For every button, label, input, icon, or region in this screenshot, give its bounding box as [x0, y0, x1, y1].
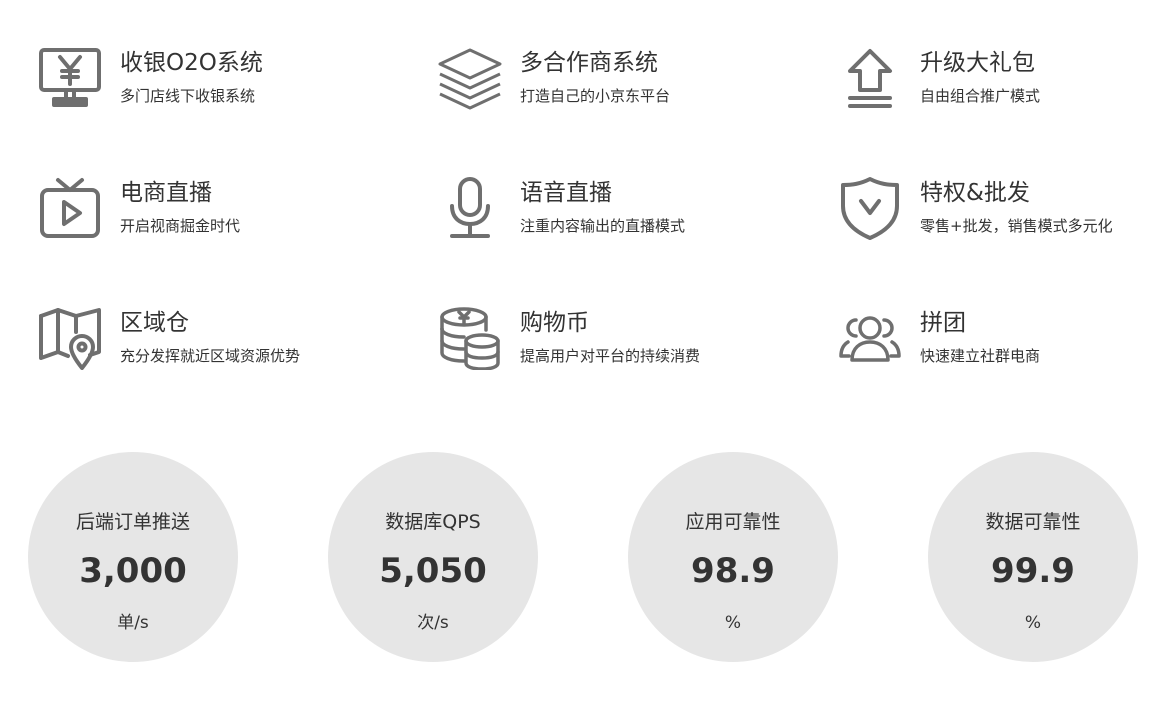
- stat-label: 应用可靠性: [685, 511, 781, 533]
- feature-voice-live[interactable]: 语音直播 注重内容输出的直播模式: [438, 176, 778, 246]
- stat-label: 数据可靠性: [985, 511, 1081, 533]
- group-icon: [838, 306, 902, 370]
- feature-title: 电商直播: [120, 180, 212, 206]
- feature-group-buy[interactable]: 拼团 快速建立社群电商: [838, 306, 1166, 376]
- map-pin-icon: [38, 306, 102, 370]
- feature-title: 区域仓: [120, 310, 189, 336]
- feature-multi-partner[interactable]: 多合作商系统 打造自己的小京东平台: [438, 46, 778, 116]
- stat-label: 数据库QPS: [385, 511, 481, 533]
- feature-privilege-wholesale[interactable]: 特权&批发 零售+批发，销售模式多元化: [838, 176, 1166, 246]
- feature-regional-warehouse[interactable]: 区域仓 充分发挥就近区域资源优势: [38, 306, 378, 376]
- feature-title: 特权&批发: [920, 180, 1030, 206]
- coins-icon: [438, 306, 502, 370]
- feature-desc: 充分发挥就近区域资源优势: [120, 347, 301, 365]
- stat-app-reliability: 应用可靠性 98.9 %: [628, 452, 838, 662]
- feature-title: 升级大礼包: [920, 50, 1035, 76]
- stat-unit: 次/s: [417, 613, 449, 633]
- feature-ecommerce-live[interactable]: 电商直播 开启视商掘金时代: [38, 176, 378, 246]
- shield-icon: [838, 176, 902, 240]
- stat-value: 98.9: [691, 551, 775, 591]
- feature-title: 语音直播: [520, 180, 612, 206]
- feature-upgrade-pack[interactable]: 升级大礼包 自由组合推广模式: [838, 46, 1166, 116]
- feature-desc: 注重内容输出的直播模式: [520, 217, 686, 235]
- stat-label: 后端订单推送: [75, 511, 190, 533]
- stat-database-qps: 数据库QPS 5,050 次/s: [328, 452, 538, 662]
- feature-desc: 打造自己的小京东平台: [520, 87, 671, 105]
- cash-register-icon: [38, 46, 102, 110]
- feature-shopping-coins[interactable]: 购物币 提高用户对平台的持续消费: [438, 306, 778, 376]
- feature-desc: 多门店线下收银系统: [120, 87, 256, 105]
- feature-title: 购物币: [520, 310, 589, 336]
- microphone-icon: [438, 176, 502, 240]
- stat-value: 5,050: [379, 551, 487, 591]
- feature-title: 多合作商系统: [520, 50, 658, 76]
- feature-desc: 快速建立社群电商: [920, 347, 1041, 365]
- stat-unit: %: [1024, 613, 1042, 633]
- stat-value: 3,000: [79, 551, 187, 591]
- feature-desc: 零售+批发，销售模式多元化: [920, 217, 1113, 235]
- stat-unit: 单/s: [117, 613, 149, 633]
- upgrade-arrow-icon: [838, 46, 902, 110]
- tv-play-icon: [38, 176, 102, 240]
- feature-title: 收银O2O系统: [120, 50, 263, 76]
- layers-icon: [438, 46, 502, 110]
- stat-order-push: 后端订单推送 3,000 单/s: [28, 452, 238, 662]
- feature-desc: 开启视商掘金时代: [120, 217, 241, 235]
- feature-cash-register[interactable]: 收银O2O系统 多门店线下收银系统: [38, 46, 378, 116]
- stat-data-reliability: 数据可靠性 99.9 %: [928, 452, 1138, 662]
- feature-title: 拼团: [920, 310, 966, 336]
- feature-desc: 自由组合推广模式: [920, 87, 1041, 105]
- stat-value: 99.9: [991, 551, 1075, 591]
- feature-desc: 提高用户对平台的持续消费: [520, 347, 701, 365]
- stat-unit: %: [724, 613, 742, 633]
